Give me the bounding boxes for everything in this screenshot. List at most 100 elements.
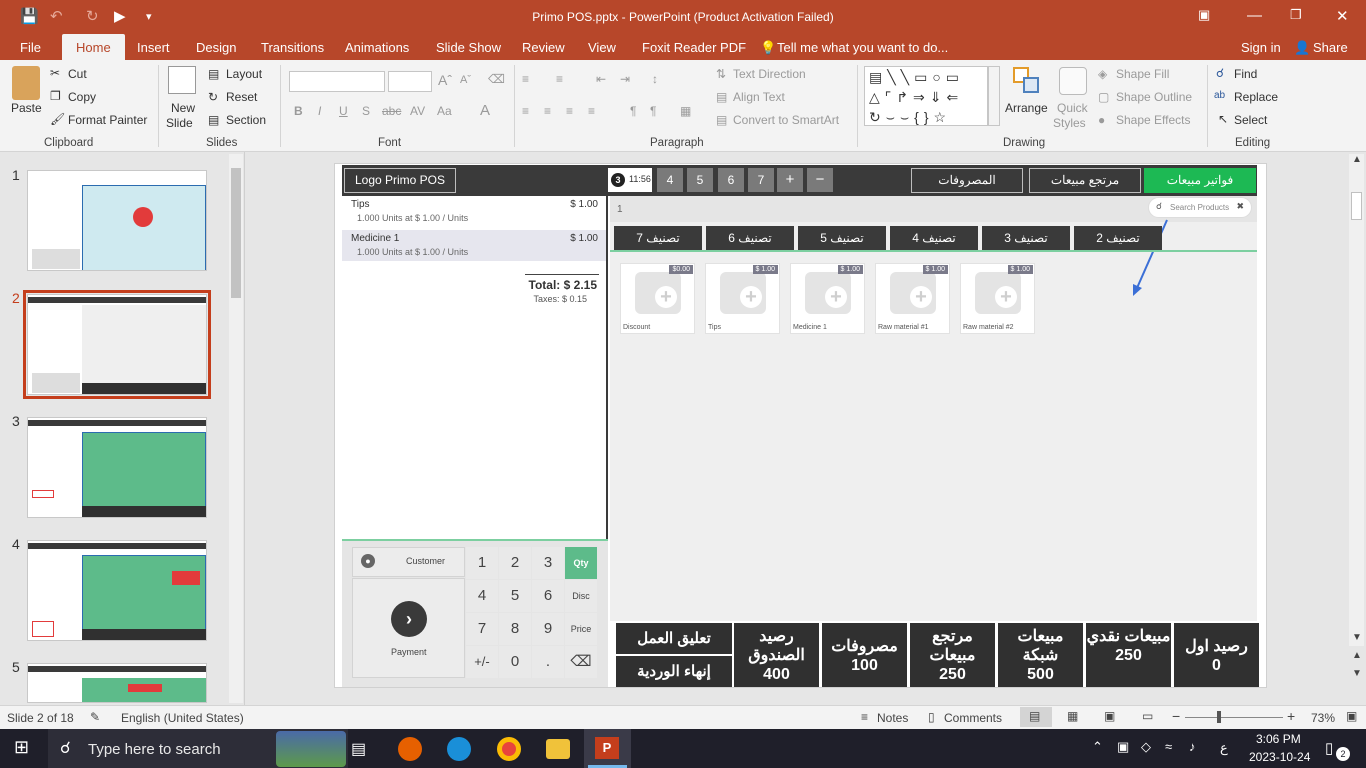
slide-canvas[interactable]: Logo Primo POS 3 11:56 4 5 6 7 + − المصر…	[334, 163, 1267, 688]
order-tab-active[interactable]: 3 11:56	[608, 168, 652, 192]
rtl-icon[interactable]: ¶	[650, 104, 656, 118]
increase-indent-icon[interactable]: ⇥	[620, 72, 630, 86]
keypad-key-2[interactable]: 2	[499, 547, 531, 579]
copy-button[interactable]: Copy	[68, 90, 96, 104]
order-tab-7[interactable]: 7	[748, 168, 774, 192]
device-icon[interactable]: ▣	[1117, 739, 1129, 755]
network-icon[interactable]: ◇	[1141, 739, 1151, 755]
shapes-gallery[interactable]: ▤╲╲▭○▭ △⌜↱⇒⇓⇐ ↻⌣⌣{}☆	[864, 66, 988, 126]
input-language[interactable]: ع	[1220, 740, 1228, 756]
quick-styles-label-1[interactable]: Quick	[1057, 101, 1088, 115]
customer-button[interactable]: ● Customer	[352, 547, 465, 577]
keypad-plus-minus[interactable]: +/-	[466, 646, 498, 678]
slide-scrollbar[interactable]	[1349, 154, 1364, 646]
expenses-button[interactable]: المصروفات	[911, 168, 1023, 193]
payment-button[interactable]: › Payment	[352, 578, 465, 678]
spellcheck-icon[interactable]: ✎	[90, 710, 100, 724]
tab-home[interactable]: Home	[62, 34, 125, 60]
search-products-input[interactable]: ☌ Search Products ✖	[1148, 197, 1252, 218]
shadow-icon[interactable]: S	[362, 104, 370, 118]
shape-outline-button[interactable]: Shape Outline	[1116, 90, 1192, 104]
show-hidden-icons[interactable]: ⌃	[1092, 739, 1103, 755]
slide-sorter-icon[interactable]: ▦	[1067, 709, 1078, 723]
arrange-icon[interactable]	[1013, 67, 1041, 95]
section-button[interactable]: Section	[226, 113, 266, 127]
convert-smartart-button[interactable]: Convert to SmartArt	[733, 113, 839, 127]
align-text-button[interactable]: Align Text	[733, 90, 785, 104]
font-size-combo[interactable]	[388, 71, 432, 92]
order-tab-4[interactable]: 4	[657, 168, 683, 192]
tab-slide-show[interactable]: Slide Show	[436, 40, 501, 55]
notification-icon[interactable]: ▯	[1325, 739, 1333, 757]
scroll-up-icon[interactable]: ▲	[1352, 154, 1362, 165]
file-explorer-icon[interactable]	[546, 739, 570, 759]
volume-icon[interactable]: ♪	[1189, 739, 1196, 754]
new-slide-label-1[interactable]: New	[171, 101, 195, 115]
tab-foxit[interactable]: Foxit Reader PDF	[642, 40, 746, 55]
cut-button[interactable]: Cut	[68, 67, 87, 81]
align-center-icon[interactable]: ≡	[544, 104, 551, 118]
slide-thumbnail-5[interactable]	[27, 663, 207, 703]
product-card[interactable]: $0.00 Discount	[620, 263, 695, 334]
keypad-key-6[interactable]: 6	[532, 580, 564, 612]
language-status[interactable]: English (United States)	[121, 711, 244, 725]
product-card[interactable]: $ 1.00 Tips	[705, 263, 780, 334]
order-line-selected[interactable]: Medicine 1 1.000 Units at $ 1.00 / Units…	[342, 230, 606, 261]
zoom-slider-thumb[interactable]	[1217, 711, 1221, 723]
scroll-down-icon[interactable]: ▼	[1352, 632, 1362, 643]
clock-date[interactable]: 2023-10-24	[1249, 750, 1310, 764]
ribbon-display-options-icon[interactable]: ▣	[1198, 7, 1210, 23]
keypad-price[interactable]: Price	[565, 613, 597, 645]
clear-search-icon[interactable]: ✖	[1236, 201, 1244, 212]
zoom-level[interactable]: 73%	[1311, 711, 1335, 725]
clock-time[interactable]: 3:06 PM	[1256, 732, 1301, 746]
keypad-backspace-icon[interactable]: ⌫	[565, 646, 597, 678]
slide-scroll-thumb[interactable]	[1351, 192, 1362, 220]
end-shift-button[interactable]: إنهاء الوردية	[616, 656, 732, 687]
select-button[interactable]: Select	[1234, 113, 1267, 127]
paste-button[interactable]: Paste	[11, 101, 42, 115]
arrange-button[interactable]: Arrange	[1005, 101, 1048, 115]
new-slide-icon[interactable]	[168, 66, 196, 94]
replace-button[interactable]: Replace	[1234, 90, 1278, 104]
thumbnail-scroll-thumb[interactable]	[231, 168, 241, 298]
shape-fill-button[interactable]: Shape Fill	[1116, 67, 1169, 81]
sales-invoices-button[interactable]: فواتير مبيعات	[1144, 168, 1256, 193]
quick-styles-icon[interactable]	[1059, 67, 1087, 95]
keypad-decimal[interactable]: .	[532, 646, 564, 678]
align-right-icon[interactable]: ≡	[566, 104, 573, 118]
category-tab-2[interactable]: تصنيف 2	[1074, 226, 1162, 251]
share-button[interactable]: Share	[1313, 40, 1348, 55]
keypad-key-9[interactable]: 9	[532, 613, 564, 645]
slide-thumbnail-1[interactable]	[27, 170, 207, 271]
align-left-icon[interactable]: ≡	[522, 104, 529, 118]
tab-file[interactable]: File	[20, 40, 41, 55]
keypad-key-0[interactable]: 0	[499, 646, 531, 678]
find-button[interactable]: Find	[1234, 67, 1257, 81]
underline-icon[interactable]: U	[339, 104, 348, 118]
italic-icon[interactable]: I	[318, 104, 321, 118]
sign-in-link[interactable]: Sign in	[1241, 40, 1281, 55]
tab-view[interactable]: View	[588, 40, 616, 55]
reset-button[interactable]: Reset	[226, 90, 257, 104]
keypad-disc[interactable]: Disc	[565, 580, 597, 612]
keypad-key-7[interactable]: 7	[466, 613, 498, 645]
minimize-icon[interactable]: —	[1247, 7, 1262, 24]
justify-icon[interactable]: ≡	[588, 104, 595, 118]
comments-button[interactable]: Comments	[944, 711, 1002, 725]
keypad-key-3[interactable]: 3	[532, 547, 564, 579]
keypad-qty[interactable]: Qty	[565, 547, 597, 579]
product-card[interactable]: $ 1.00 Medicine 1	[790, 263, 865, 334]
slide-thumbnail-2[interactable]	[23, 290, 211, 399]
remove-order-button[interactable]: −	[807, 168, 833, 192]
category-tab-3[interactable]: تصنيف 3	[982, 226, 1070, 251]
order-tab-5[interactable]: 5	[687, 168, 713, 192]
font-color-icon[interactable]: A	[480, 102, 490, 119]
tab-animations[interactable]: Animations	[345, 40, 409, 55]
notes-button[interactable]: Notes	[877, 711, 908, 725]
decrease-indent-icon[interactable]: ⇤	[596, 72, 606, 86]
format-painter-button[interactable]: Format Painter	[68, 113, 147, 127]
paste-icon[interactable]	[12, 66, 40, 100]
font-family-combo[interactable]	[289, 71, 385, 92]
new-slide-label-2[interactable]: Slide	[166, 116, 193, 130]
